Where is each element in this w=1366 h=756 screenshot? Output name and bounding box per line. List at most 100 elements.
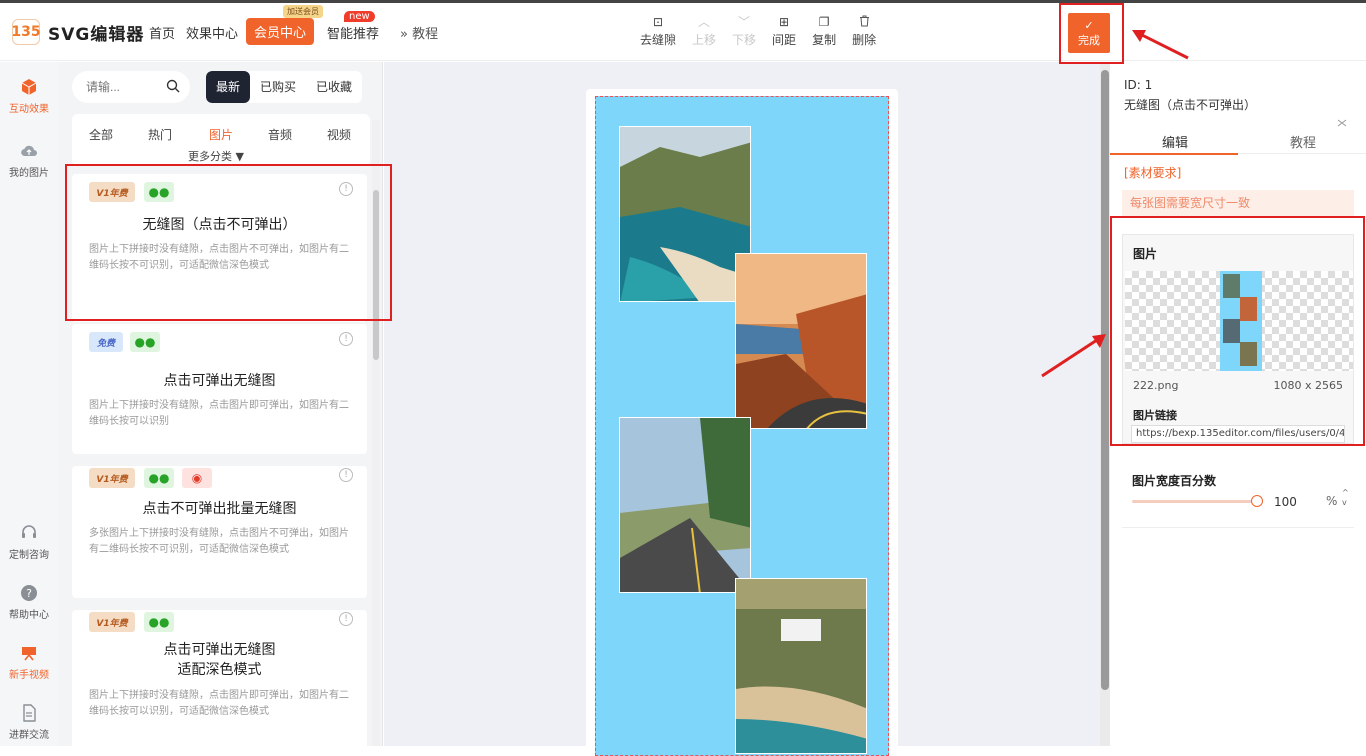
tutorial-breadcrumb[interactable]: » 教程: [400, 23, 438, 42]
slider-handle[interactable]: [1251, 495, 1263, 507]
template-card-seamless[interactable]: V1年费 ●● ! 无缝图（点击不可弹出） 图片上下拼接时没有缝隙，点击图片不可…: [72, 174, 367, 322]
rail-label: 定制咨询: [9, 550, 49, 561]
info-icon[interactable]: !: [339, 332, 353, 346]
delete-button[interactable]: 删除: [852, 15, 876, 48]
photo-coast-cliffs[interactable]: [619, 126, 751, 302]
done-label: 完成: [1078, 33, 1100, 47]
photo-sunset-road[interactable]: [735, 253, 867, 429]
new-tag: new: [344, 11, 375, 22]
more-categories-dropdown[interactable]: 更多分类 ▼: [188, 148, 244, 164]
tool-label: 下移: [732, 33, 757, 47]
segment-purchased[interactable]: 已购买: [250, 71, 306, 103]
cube-icon: [21, 79, 37, 95]
requirements-note: 每张图需要宽尺寸一致: [1122, 190, 1354, 216]
move-up-icon: ︿: [698, 15, 711, 29]
scrollbar-thumb[interactable]: [373, 190, 379, 360]
info-icon[interactable]: !: [339, 612, 353, 626]
image-link-field[interactable]: https://bexp.135editor.com/files/users/0…: [1131, 425, 1345, 443]
move-up-button[interactable]: ︿ 上移: [692, 15, 716, 48]
segment-latest[interactable]: 最新: [206, 71, 251, 103]
search-icon[interactable]: [166, 79, 180, 93]
rail-help-center[interactable]: ? 帮助中心: [0, 584, 58, 621]
move-down-icon: ﹀: [738, 15, 751, 29]
rail-join-group[interactable]: 进群交流: [0, 704, 58, 741]
panel-scrollbar[interactable]: [372, 120, 380, 746]
rail-interactive-effects[interactable]: 互动效果: [0, 78, 58, 115]
help-icon: ?: [21, 585, 37, 601]
card-desc: 图片上下拼接时没有缝隙，点击图片即可弹出，如图片有二维码长按可以识别: [89, 400, 349, 427]
photo-aerial-coast[interactable]: [735, 578, 867, 754]
info-icon[interactable]: !: [339, 182, 353, 196]
wechat-icon: ●●: [144, 612, 174, 632]
logo-mark: 135: [11, 19, 41, 45]
tab-images[interactable]: 图片: [209, 126, 233, 143]
width-percent-slider[interactable]: [1132, 500, 1252, 503]
check-icon: ✓: [1084, 18, 1094, 32]
canvas-scrollbar[interactable]: [1100, 62, 1110, 746]
nav-home[interactable]: 首页: [149, 23, 175, 42]
card-title: 点击不可弹出批量无缝图: [142, 501, 297, 517]
badge-free: 免费: [89, 332, 123, 352]
rail-beginner-video[interactable]: 新手视频: [0, 644, 58, 681]
tab-all[interactable]: 全部: [89, 126, 113, 143]
filter-segment: 最新 已购买 已收藏: [206, 71, 363, 103]
card-desc: 多张图片上下拼接时没有缝隙，点击图片不可弹出，如图片有二维码长按不可识别，可适配…: [89, 528, 349, 555]
spacing-button[interactable]: ⊞ 间距: [772, 15, 796, 48]
image-settings: 图片 222.png 1080 x 2565 图片链接 https://bexp…: [1122, 234, 1354, 444]
tab-audio[interactable]: 音频: [268, 126, 292, 143]
double-chevron-icon: »: [400, 27, 408, 42]
image-preview[interactable]: [1125, 271, 1353, 371]
template-card-popup-seamless[interactable]: 免费 ●● ! 点击可弹出无缝图 图片上下拼接时没有缝隙，点击图片即可弹出，如图…: [72, 324, 367, 454]
material-panel: 最新 已购买 已收藏 全部 热门 图片 音频 视频 更多分类 ▼ V1年费 ●●…: [58, 62, 383, 750]
left-icon-rail: 互动效果 我的图片 定制咨询 ? 帮助中心 新手视频 进群交流: [0, 62, 58, 746]
tool-label: 上移: [692, 33, 717, 47]
requirements-label: [素材要求]: [1124, 166, 1182, 180]
card-title: 无缝图（点击不可弹出）: [142, 217, 297, 233]
image-section-title: 图片: [1133, 247, 1158, 261]
weibo-icon: ◉: [182, 468, 212, 488]
segment-favorites[interactable]: 已收藏: [306, 71, 362, 103]
tool-label: 去缝隙: [640, 33, 677, 47]
wechat-icon: ●●: [130, 332, 160, 352]
tab-hot[interactable]: 热门: [148, 126, 172, 143]
divider: [1122, 527, 1354, 528]
nav-smart-recommend[interactable]: 智能推荐: [327, 23, 379, 42]
properties-panel: ID: 1 无缝图（点击不可弹出） 编辑 教程 [素材要求] 每张图需要宽尺寸一…: [1110, 62, 1366, 746]
width-percent-value[interactable]: 100: [1274, 495, 1297, 509]
rail-label: 新手视频: [9, 670, 49, 681]
component-name: 无缝图（点击不可弹出）: [1124, 98, 1257, 112]
remove-gap-button[interactable]: ⊡ 去缝隙: [640, 15, 676, 48]
badge-vip: V1年费: [89, 468, 135, 488]
photo-palm-road[interactable]: [619, 417, 751, 593]
done-button[interactable]: ✓ 完成: [1068, 13, 1110, 53]
percent-unit: %: [1326, 494, 1338, 508]
badge-vip: V1年费: [89, 612, 135, 632]
active-tab-indicator: [1110, 153, 1238, 155]
width-percent-label: 图片宽度百分数: [1132, 474, 1217, 488]
vip-center-button[interactable]: 会员中心: [246, 18, 314, 45]
copy-button[interactable]: ❐ 复制: [812, 15, 836, 48]
stepper-arrows-icon[interactable]: ^ v: [1342, 488, 1349, 508]
tab-video[interactable]: 视频: [327, 126, 351, 143]
copy-icon: ❐: [818, 15, 830, 29]
seamless-image-block[interactable]: [595, 96, 889, 756]
template-card-batch-seamless[interactable]: V1年费 ●● ◉ ! 点击不可弹出批量无缝图 多张图片上下拼接时没有缝隙，点击…: [72, 466, 367, 598]
tab-tutorial[interactable]: 教程: [1290, 132, 1316, 151]
app-logo[interactable]: 135 SVG编辑器: [11, 19, 144, 45]
spacing-icon: ⊞: [779, 15, 790, 29]
pin-icon[interactable]: [1336, 118, 1348, 128]
tab-edit[interactable]: 编辑: [1162, 132, 1188, 151]
rail-label: 互动效果: [9, 104, 49, 115]
move-down-button[interactable]: ﹀ 下移: [732, 15, 756, 48]
nav-effects[interactable]: 效果中心: [186, 23, 238, 42]
scrollbar-thumb[interactable]: [1101, 70, 1109, 690]
document-icon: [23, 704, 36, 722]
rail-my-images[interactable]: 我的图片: [0, 142, 58, 179]
image-thumbnail: [1220, 271, 1262, 371]
cloud-upload-icon: [21, 145, 37, 157]
card-title: 点击可弹出无缝图: [163, 373, 276, 389]
template-card-popup-dark[interactable]: V1年费 ●● ! 点击可弹出无缝图 适配深色模式 图片上下拼接时没有缝隙，点击…: [72, 610, 367, 750]
rail-custom-consult[interactable]: 定制咨询: [0, 524, 58, 561]
video-board-icon: [22, 647, 36, 661]
info-icon[interactable]: !: [339, 468, 353, 482]
